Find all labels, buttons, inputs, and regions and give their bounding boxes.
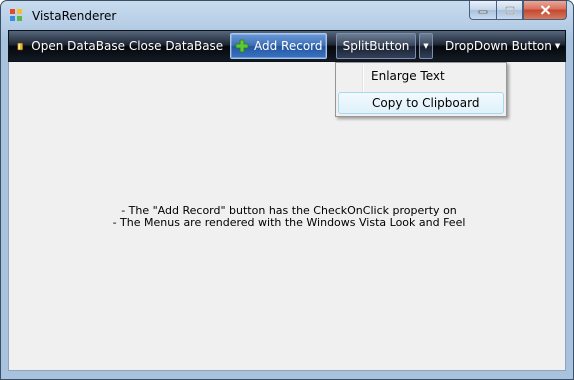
split-button-menu: Enlarge Text Copy to Clipboard xyxy=(335,62,507,117)
add-record-label: Add Record xyxy=(254,39,323,53)
info-text: - The "Add Record" button has the CheckO… xyxy=(9,205,569,229)
dropdown-button[interactable]: DropDown Button ▼ xyxy=(439,33,561,59)
info-line: - The Menus are rendered with the Window… xyxy=(112,216,466,229)
maximize-icon xyxy=(504,5,515,15)
app-icon xyxy=(10,9,22,21)
chevron-down-icon: ▼ xyxy=(423,42,429,50)
close-database-button[interactable]: Close DataBase xyxy=(129,33,223,59)
window-title: VistaRenderer xyxy=(32,9,117,23)
open-database-label: Open DataBase xyxy=(31,39,125,53)
caption-buttons xyxy=(469,1,567,20)
split-button-label: SplitButton xyxy=(342,39,410,53)
title-bar[interactable]: VistaRenderer xyxy=(1,1,573,31)
add-record-button[interactable]: Add Record xyxy=(230,33,327,59)
minimize-button[interactable] xyxy=(469,1,496,20)
maximize-button[interactable] xyxy=(496,1,523,20)
main-window: VistaRenderer Open DataBase Close DataBa… xyxy=(0,0,574,380)
menu-item-enlarge-text[interactable]: Enlarge Text xyxy=(338,65,504,87)
plus-icon xyxy=(235,39,249,53)
split-button[interactable]: SplitButton xyxy=(336,33,416,59)
menu-item-label: Enlarge Text xyxy=(371,69,445,83)
menu-item-label: Copy to Clipboard xyxy=(372,96,480,110)
dropdown-button-label: DropDown Button xyxy=(445,39,552,53)
open-database-button[interactable]: Open DataBase xyxy=(13,33,125,59)
menu-item-copy-to-clipboard[interactable]: Copy to Clipboard xyxy=(338,92,504,114)
close-button[interactable] xyxy=(523,1,567,20)
toolstrip: Open DataBase Close DataBase Add Record … xyxy=(8,30,566,62)
close-database-label: Close DataBase xyxy=(128,39,224,53)
minimize-icon xyxy=(478,10,488,14)
database-icon xyxy=(17,42,23,50)
close-icon xyxy=(540,5,550,15)
split-button-dropdown[interactable]: ▼ xyxy=(419,33,433,59)
chevron-down-icon: ▼ xyxy=(554,42,561,50)
